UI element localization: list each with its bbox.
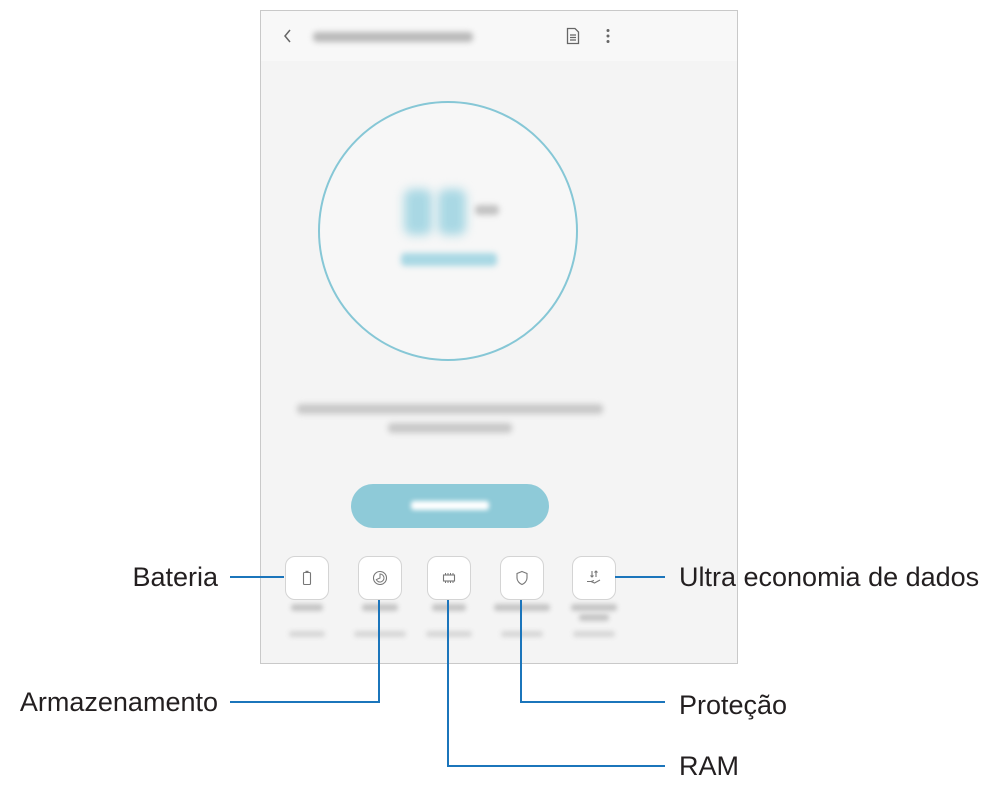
memory-chip-icon [442,573,456,583]
status-message-blurred [388,423,512,433]
data-saver-callout-label: Ultra economia de dados [679,562,980,592]
storage-tile-label-blurred [362,604,398,611]
page-title-blurred [313,32,473,42]
status-message-blurred [297,404,603,414]
score-value-blurred [438,189,466,235]
security-tile[interactable] [500,556,544,600]
back-button[interactable] [275,23,301,49]
ram-tile-label-blurred [432,604,466,611]
battery-tile-value-blurred [289,631,325,637]
storage-icon [372,570,388,586]
battery-tile[interactable] [285,556,329,600]
report-button[interactable] [561,24,585,48]
more-options-button[interactable] [597,24,619,48]
battery-icon [302,570,312,586]
score-value-blurred [404,189,432,235]
storage-tile-value-blurred [354,631,406,637]
app-bar [261,11,737,61]
shield-icon [516,570,528,586]
device-maintenance-screen [260,10,738,664]
more-vertical-icon [606,29,610,43]
data-saver-tile[interactable] [572,556,616,600]
ram-callout-label: RAM [679,751,739,781]
document-icon [566,27,580,45]
chevron-left-icon [284,29,291,43]
security-tile-label-blurred [494,604,550,611]
data-saver-tile-label-blurred [579,614,609,621]
battery-callout-label: Bateria [132,562,218,592]
data-saver-tile-value-blurred [573,631,615,637]
ram-tile[interactable] [427,556,471,600]
data-saver-tile-label-blurred [571,604,617,611]
score-status-blurred [401,253,497,266]
optimize-label-blurred [411,501,489,510]
battery-tile-label-blurred [291,604,323,611]
ram-tile-value-blurred [426,631,472,637]
optimize-now-button[interactable] [351,484,549,528]
storage-tile[interactable] [358,556,402,600]
security-callout-label: Proteção [679,690,788,720]
data-saver-icon [587,570,601,584]
score-unit-blurred [475,205,499,215]
storage-callout-label: Armazenamento [19,687,218,717]
security-tile-value-blurred [501,631,543,637]
